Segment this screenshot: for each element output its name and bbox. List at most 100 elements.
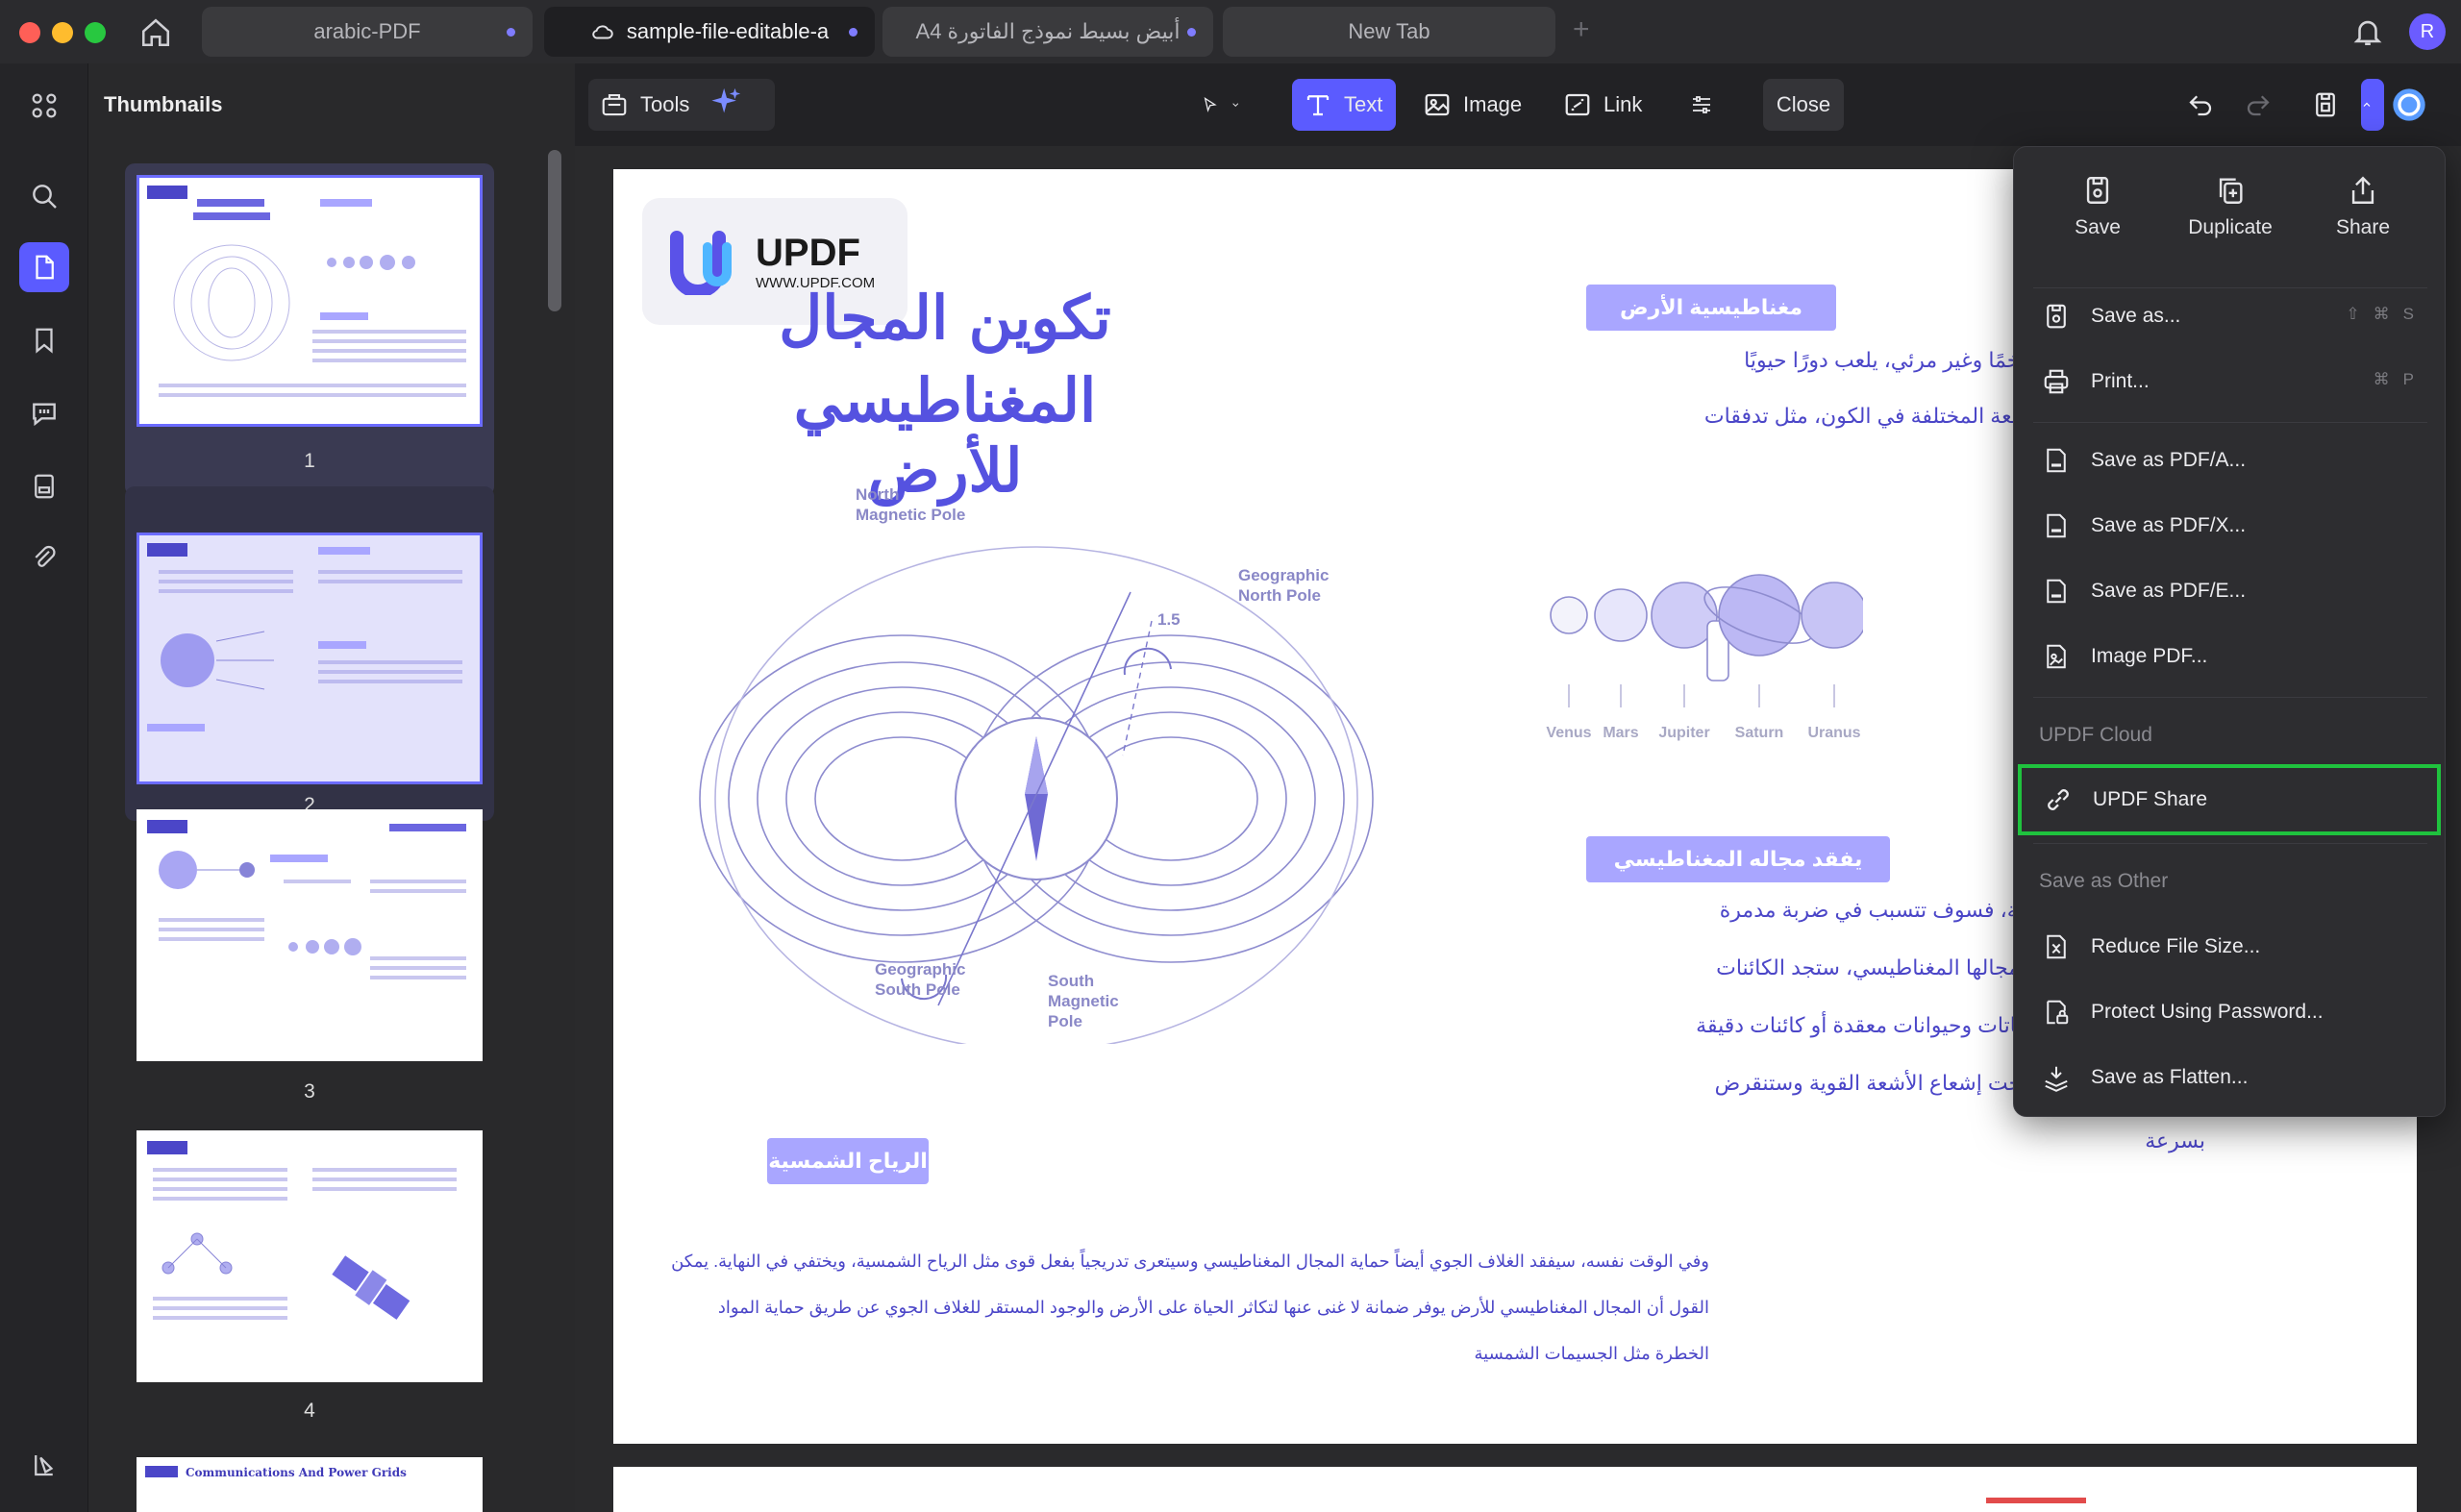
tab-arabic-pdf[interactable]: arabic-PDF: [202, 7, 533, 57]
link-icon: [1565, 93, 1590, 116]
minimize-window-button[interactable]: [52, 22, 73, 43]
save-dropdown-menu: Save Duplicate Share Save as... ⇧ ⌘ S Prin…: [2013, 146, 2446, 1117]
menu-item-save-pdf-x[interactable]: Save as PDF/X...: [2020, 497, 2439, 555]
save-icon: [2316, 92, 2335, 117]
thumbnail-page-5[interactable]: Communications And Power Grids: [125, 1457, 494, 1512]
image-tool-button[interactable]: Image: [1411, 79, 1536, 131]
menu-section-updf-cloud: UPDF Cloud: [2039, 724, 2152, 746]
thumbnails-scrollbar[interactable]: [548, 150, 561, 311]
form-field-button[interactable]: [1678, 79, 1736, 131]
label-geographic-south-pole: Geographic South Pole: [875, 960, 966, 999]
thumbnails-button[interactable]: [19, 242, 69, 292]
pdf-a-icon: [2047, 448, 2066, 473]
image-tool-label: Image: [1463, 92, 1523, 116]
chevron-down-icon: [1231, 103, 1238, 107]
menu-item-image-pdf[interactable]: Image PDF...: [2020, 628, 2439, 685]
menu-separator: [2033, 843, 2427, 844]
zoom-window-button[interactable]: [85, 22, 106, 43]
pdf-e-icon: [2047, 579, 2066, 604]
menu-item-updf-share[interactable]: UPDF Share: [2018, 764, 2441, 835]
menu-item-label: Save as Flatten...: [2091, 1066, 2249, 1088]
tab-label: New Tab: [1348, 19, 1430, 43]
menu-section-save-as-other: Save as Other: [2039, 870, 2169, 892]
tools-label: Tools: [640, 92, 690, 116]
save-menu-toggle[interactable]: [2361, 79, 2384, 131]
thumbnail-page-2[interactable]: 2: [125, 486, 494, 821]
menu-item-label: Image PDF...: [2091, 645, 2208, 667]
thumbnail-page-3[interactable]: 3: [125, 809, 494, 1136]
quick-save-label: Save: [2075, 216, 2121, 238]
menu-item-save-pdf-e[interactable]: Save as PDF/E...: [2020, 562, 2439, 620]
menu-item-label: Save as PDF/X...: [2091, 514, 2247, 536]
menu-separator: [2033, 422, 2427, 423]
text-tool-label: Text: [1344, 92, 1383, 116]
thumbnails-panel: Thumbnails 1 2 3 4 Communications And Po…: [88, 63, 575, 1512]
close-edit-button[interactable]: Close: [1763, 79, 1844, 131]
menu-separator: [2033, 697, 2427, 698]
menu-item-save-flatten[interactable]: Save as Flatten...: [2020, 1049, 2439, 1106]
tools-button[interactable]: Tools: [588, 79, 775, 131]
new-tab-button[interactable]: +: [1573, 13, 1590, 46]
menu-item-print[interactable]: Print... ⌘ P: [2020, 353, 2439, 410]
logo-name: UPDF: [756, 232, 860, 274]
close-window-button[interactable]: [19, 22, 40, 43]
thumbnail-page-number: 3: [304, 1080, 315, 1103]
comments-button[interactable]: [19, 388, 69, 438]
menu-item-save-pdf-a[interactable]: Save as PDF/A...: [2020, 432, 2439, 489]
paragraph-line: بسرعة: [2145, 1128, 2205, 1153]
cloud-icon: [592, 25, 613, 39]
share-icon: [2351, 176, 2374, 204]
label-north-magnetic-pole: North Magnetic Pole: [856, 485, 966, 524]
compress-icon: [2047, 934, 2066, 959]
home-button[interactable]: [137, 13, 175, 52]
tab-sample-file[interactable]: sample-file-editable-a: [544, 7, 875, 57]
notifications-button[interactable]: [2351, 15, 2384, 53]
menu-item-label: UPDF Share: [2093, 788, 2208, 810]
label-geographic-north-pole: Geographic North Pole: [1238, 566, 1330, 605]
thumbnail-page-4[interactable]: 4: [125, 1130, 494, 1457]
forms-button[interactable]: [19, 461, 69, 511]
left-rail: [0, 63, 88, 1512]
thumbnail-page-1[interactable]: 1: [125, 163, 494, 496]
redo-button[interactable]: [2238, 79, 2290, 131]
select-tool-button[interactable]: [1190, 79, 1263, 131]
chevron-up-icon: [2363, 102, 2371, 107]
page-icon: [36, 255, 54, 280]
tab-label: sample-file-editable-a: [626, 19, 830, 43]
menu-item-label: Reduce File Size...: [2091, 935, 2261, 957]
link-share-icon: [2048, 789, 2069, 810]
quick-share-button[interactable]: Share: [2300, 174, 2425, 239]
bookmarks-button[interactable]: [19, 315, 69, 365]
search-button[interactable]: [19, 171, 69, 221]
bookmark-icon: [36, 328, 53, 354]
title-bar: arabic-PDF sample-file-editable-a A4 أبي…: [0, 0, 2461, 63]
home-icon: [141, 18, 170, 47]
ai-assistant-button[interactable]: [710, 86, 755, 124]
page-title-line-1: تكوين المجال: [779, 283, 1111, 353]
quick-save-button[interactable]: Save: [2035, 174, 2160, 239]
thumbnail-image: [137, 533, 483, 784]
save-as-icon: [2047, 304, 2066, 329]
avatar[interactable]: R: [2409, 13, 2446, 50]
menu-item-protect-password[interactable]: Protect Using Password...: [2020, 983, 2439, 1041]
cursor-icon: [1204, 97, 1217, 112]
close-edit-label: Close: [1776, 92, 1831, 116]
label-south-magnetic-pole: South Magnetic Pole: [1048, 972, 1119, 1030]
link-tool-button[interactable]: Link: [1552, 79, 1661, 131]
menu-item-reduce-file-size[interactable]: Reduce File Size...: [2020, 918, 2439, 976]
save-toolbar-button[interactable]: [2305, 79, 2357, 131]
attachments-button[interactable]: [19, 533, 69, 582]
save-icon: [2086, 177, 2109, 204]
menu-item-save-as[interactable]: Save as... ⇧ ⌘ S: [2020, 287, 2439, 345]
tab-invoice[interactable]: A4 أبيض بسيط نموذج الفاتورة: [882, 7, 1213, 57]
search-icon: [33, 185, 57, 209]
undo-button[interactable]: [2180, 79, 2232, 131]
quick-duplicate-button[interactable]: Duplicate: [2168, 174, 2293, 239]
text-tool-button[interactable]: Text: [1292, 79, 1396, 131]
quick-duplicate-label: Duplicate: [2188, 216, 2273, 238]
updf-ai-button[interactable]: [2390, 79, 2440, 131]
pdf-page-next[interactable]: [613, 1467, 2417, 1512]
apps-button[interactable]: [19, 81, 69, 131]
sidebar-toggle-button[interactable]: [19, 1440, 69, 1490]
tab-new-tab[interactable]: New Tab: [1223, 7, 1555, 57]
